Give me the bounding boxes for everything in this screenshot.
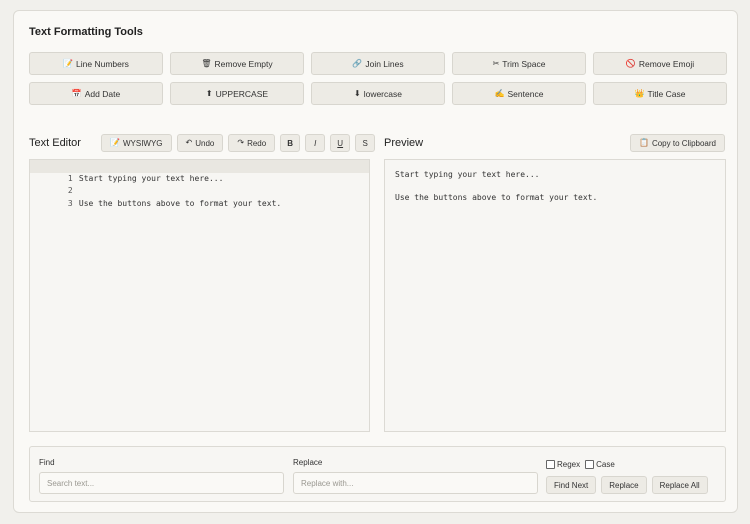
wysiwyg-button[interactable]: 📝 WYSIWYG bbox=[101, 134, 172, 152]
button-label: Title Case bbox=[647, 88, 686, 99]
pencil-icon: 📝 bbox=[110, 138, 120, 147]
regex-label: Regex bbox=[557, 460, 581, 469]
button-label: Remove Emoji bbox=[638, 58, 695, 69]
lowercase-button[interactable]: ⬇ lowercase bbox=[311, 82, 445, 105]
strikethrough-label: S bbox=[362, 138, 368, 148]
title-case-button[interactable]: 👑 Title Case bbox=[593, 82, 727, 105]
search-options: Regex Case bbox=[546, 460, 615, 469]
writing-hand-icon: ✍ bbox=[494, 88, 505, 98]
add-date-button[interactable]: 📅 Add Date bbox=[29, 82, 163, 105]
line-number: 1 bbox=[67, 173, 73, 183]
find-replace-panel: Find Replace Regex Case Find Next Replac… bbox=[29, 446, 726, 502]
underline-button[interactable]: U bbox=[330, 134, 351, 152]
italic-label: I bbox=[314, 138, 317, 148]
case-checkbox[interactable]: Case bbox=[585, 460, 615, 469]
find-input[interactable] bbox=[39, 472, 284, 494]
button-label: Add Date bbox=[84, 88, 121, 99]
button-label: Remove Empty bbox=[214, 58, 273, 69]
remove-emoji-button[interactable]: 🚫 Remove Emoji bbox=[593, 52, 727, 75]
line-text: Use the buttons above to format your tex… bbox=[78, 198, 282, 208]
button-label: Sentence bbox=[507, 88, 544, 99]
preview-paragraph: Use the buttons above to format your tex… bbox=[395, 193, 598, 202]
replace-input[interactable] bbox=[293, 472, 538, 494]
line-numbers-button[interactable]: 📝 Line Numbers bbox=[29, 52, 163, 75]
redo-button[interactable]: ↷ Redo bbox=[228, 134, 276, 152]
undo-icon: ↶ bbox=[185, 138, 193, 147]
button-label: WYSIWYG bbox=[122, 138, 163, 148]
calendar-icon: 📅 bbox=[71, 88, 82, 98]
preview-pane: Start typing your text here... Use the b… bbox=[384, 159, 726, 432]
trim-space-button[interactable]: ✂ Trim Space bbox=[452, 52, 586, 75]
text-editor[interactable]: 1 Start typing your text here... 2 3 Use t… bbox=[29, 159, 370, 432]
scissors-icon: ✂ bbox=[492, 58, 500, 68]
copy-to-clipboard-button[interactable]: 📋 Copy to Clipboard bbox=[629, 134, 725, 152]
button-label: Line Numbers bbox=[76, 58, 129, 69]
prohibited-icon: 🚫 bbox=[625, 58, 636, 68]
uppercase-button[interactable]: ⬆ UPPERCASE bbox=[170, 82, 304, 105]
arrow-up-icon: ⬆ bbox=[205, 88, 213, 98]
replace-button[interactable]: Replace bbox=[601, 476, 647, 494]
regex-checkbox[interactable]: Regex bbox=[546, 460, 580, 469]
arrow-down-icon: ⬇ bbox=[354, 88, 361, 98]
remove-empty-button[interactable]: 🗑 Remove Empty bbox=[170, 52, 304, 75]
button-label: Copy to Clipboard bbox=[651, 138, 716, 148]
replace-label: Replace bbox=[293, 458, 323, 467]
editor-title: Text Editor bbox=[29, 137, 81, 149]
crown-icon: 👑 bbox=[634, 88, 645, 98]
preview-title: Preview bbox=[384, 137, 424, 149]
editor-line[interactable]: 1 Start typing your text here... bbox=[30, 160, 369, 183]
sentence-case-button[interactable]: ✍ Sentence bbox=[452, 82, 586, 105]
underline-label: U bbox=[337, 138, 344, 148]
bold-button[interactable]: B bbox=[280, 134, 301, 152]
find-label: Find bbox=[39, 458, 55, 467]
link-icon: 🔗 bbox=[352, 58, 363, 68]
app-panel: Text Formatting Tools 📝 Line Numbers 🗑 R… bbox=[13, 10, 738, 513]
button-label: lowercase bbox=[363, 88, 402, 99]
trash-icon: 🗑 bbox=[201, 58, 212, 68]
undo-button[interactable]: ↶ Undo bbox=[176, 134, 224, 152]
case-label: Case bbox=[596, 460, 615, 469]
line-number: 3 bbox=[67, 198, 73, 208]
button-label: Join Lines bbox=[365, 58, 404, 69]
checkbox-icon bbox=[546, 460, 555, 469]
preview-paragraph: Start typing your text here... bbox=[395, 170, 540, 179]
bold-label: B bbox=[287, 138, 294, 148]
button-label: Trim Space bbox=[502, 58, 546, 69]
clipboard-icon: 📋 bbox=[638, 138, 649, 147]
strikethrough-button[interactable]: S bbox=[355, 134, 376, 152]
italic-button[interactable]: I bbox=[305, 134, 326, 152]
find-actions: Find Next Replace Replace All bbox=[546, 476, 708, 494]
button-label: UPPERCASE bbox=[215, 88, 269, 99]
checkbox-icon bbox=[585, 460, 595, 469]
editor-toolbar: 📝 WYSIWYG ↶ Undo ↷ Redo B I U S bbox=[101, 134, 376, 152]
pencil-icon: 📝 bbox=[63, 58, 74, 68]
button-label: Undo bbox=[195, 138, 215, 148]
redo-icon: ↷ bbox=[237, 138, 245, 147]
join-lines-button[interactable]: 🔗 Join Lines bbox=[311, 52, 445, 75]
tool-grid: 📝 Line Numbers 🗑 Remove Empty 🔗 Join Lin… bbox=[29, 52, 727, 105]
editor-line[interactable]: 3 Use the buttons above to format your te… bbox=[30, 185, 369, 208]
line-number: 2 bbox=[67, 186, 73, 195]
line-text: Start typing your text here... bbox=[78, 173, 224, 183]
tools-title: Text Formatting Tools bbox=[29, 26, 143, 38]
find-next-button[interactable]: Find Next bbox=[546, 476, 597, 494]
button-label: Redo bbox=[247, 138, 267, 148]
replace-all-button[interactable]: Replace All bbox=[651, 476, 708, 494]
